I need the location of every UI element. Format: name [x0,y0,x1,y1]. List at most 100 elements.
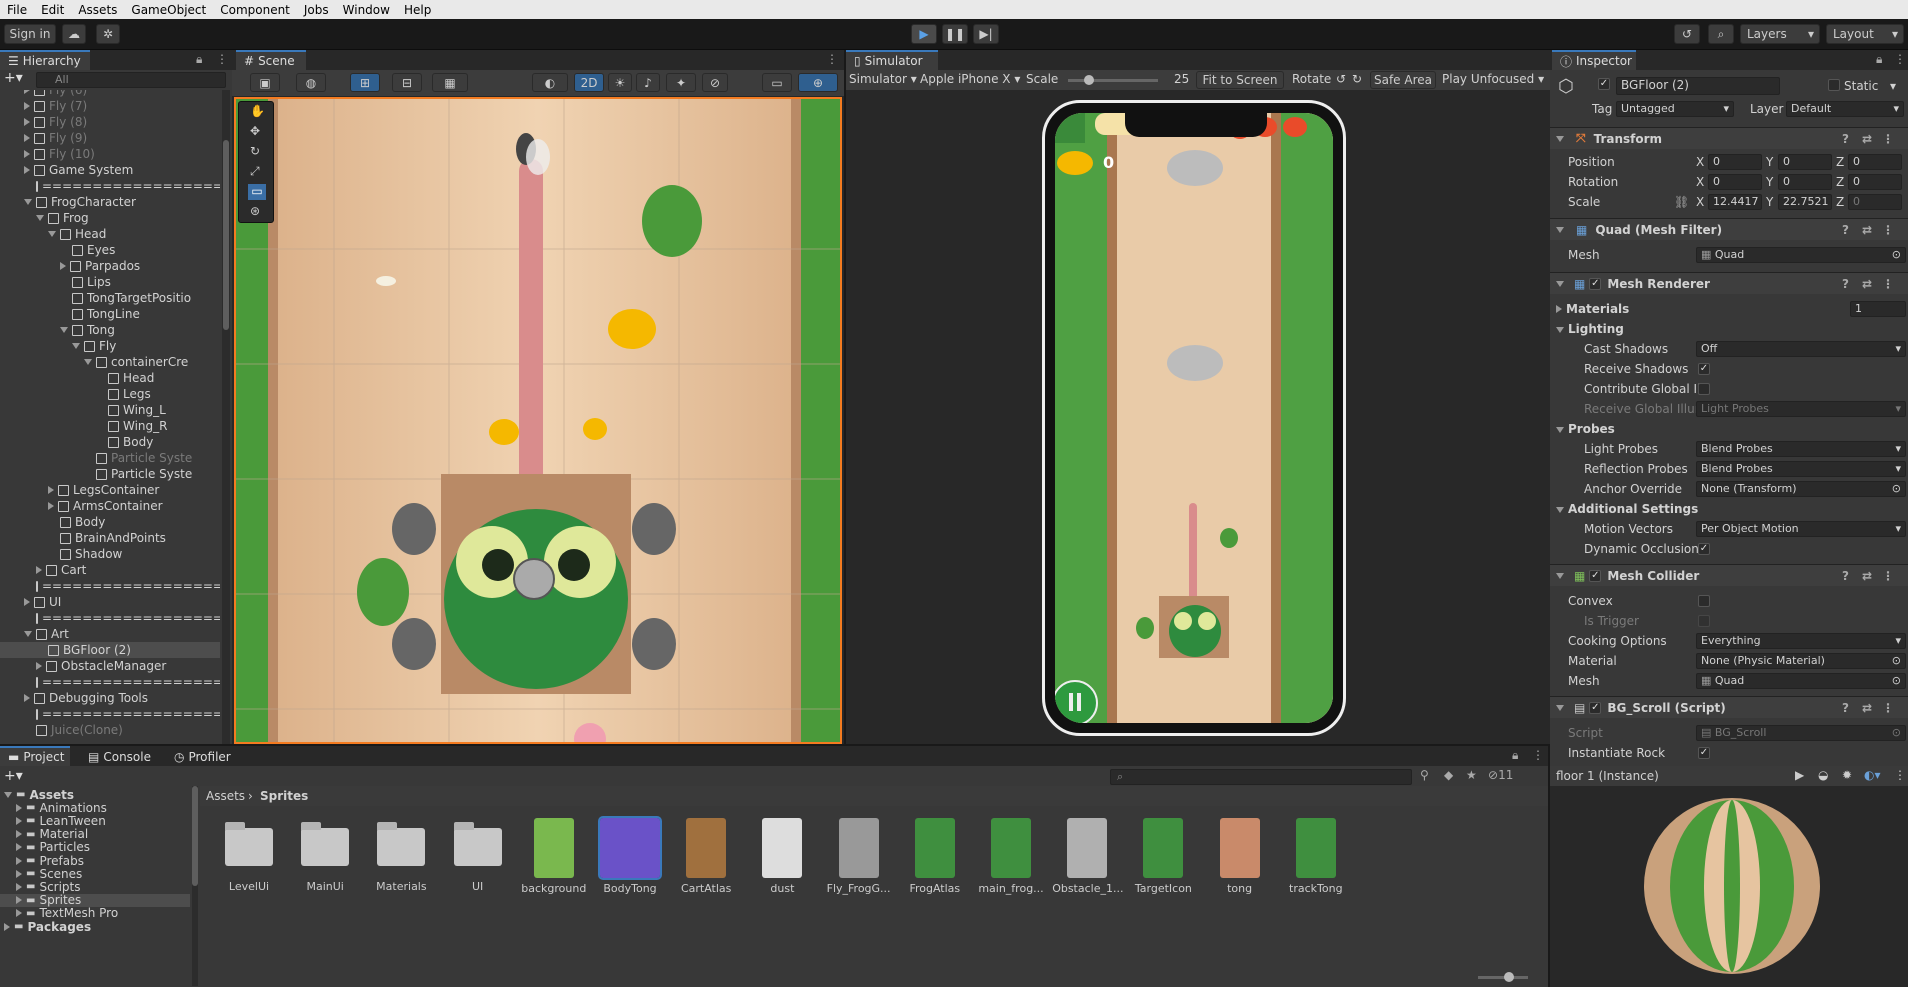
play-mode-dropdown[interactable]: Play Unfocused ▾ [1442,72,1544,86]
axis-y-label[interactable]: Y [1766,195,1773,209]
asset-item[interactable]: Obstacle_1... [1052,818,1123,895]
hierarchy-row[interactable]: Debugging Tools [0,690,220,706]
collapse-arrow-icon[interactable] [24,199,32,205]
transform-pos-x-field[interactable]: 0 [1708,154,1762,170]
scene-viewport[interactable]: ✋ ✥ ↻ ⤢ ▭ ⊛ [234,97,842,744]
motion-vectors-dropdown[interactable]: Per Object Motion ▾ [1696,521,1906,537]
rotate-right-icon[interactable]: ↻ [1352,72,1362,86]
hierarchy-scrollbar[interactable] [222,90,230,744]
play-button[interactable]: ▶ [911,24,937,44]
more-options-icon[interactable]: ⋮ [1882,277,1894,291]
game-view[interactable]: 0 [1055,113,1333,723]
shading-icon[interactable]: ◐ [532,73,568,92]
collapse-arrow-icon[interactable] [36,215,44,221]
dynamic-occlusion-checkbox[interactable]: ✓ [1698,543,1710,555]
tag-dropdown[interactable]: Untagged ▾ [1616,101,1734,117]
more-options-icon[interactable]: ⋮ [1882,223,1894,237]
transform-pos-z-field[interactable]: 0 [1848,154,1902,170]
menu-help[interactable]: Help [397,3,438,17]
object-name-field[interactable]: BGFloor (2) [1616,77,1780,95]
hierarchy-row[interactable]: Shadow [0,546,220,562]
reflection-probes-dropdown[interactable]: Blend Probes ▾ [1696,461,1906,477]
hierarchy-search-input[interactable]: All [36,72,226,88]
collapse-arrow-icon[interactable] [24,631,32,637]
more-options-icon[interactable]: ⋮ [1532,748,1544,762]
collider-mesh-field[interactable]: ▦ Quad ⊙ [1696,673,1906,689]
expand-arrow-icon[interactable] [48,486,54,494]
hierarchy-row[interactable]: LegsContainer [0,482,220,498]
menu-file[interactable]: File [0,3,34,17]
preset-icon[interactable]: ⇄ [1862,223,1872,237]
chevron-down-icon[interactable]: ▾ [1890,79,1896,93]
hierarchy-row[interactable]: Lips [0,274,220,290]
lighting-icon[interactable]: ☀ [608,73,632,92]
transform-scl-x-field[interactable]: 12.4417 [1708,194,1762,210]
transform-scl-y-field[interactable]: 22.7521 [1778,194,1832,210]
transform-pos-y-field[interactable]: 0 [1778,154,1832,170]
bg-scroll-enabled-checkbox[interactable]: ✓ [1589,701,1602,714]
breadcrumb-sprites[interactable]: Sprites [260,789,308,803]
cooking-options-dropdown[interactable]: Everything ▾ [1696,633,1906,649]
asset-item[interactable]: LevelUi [214,818,284,893]
asset-item[interactable]: FrogAtlas [900,818,970,895]
hierarchy-row[interactable]: Fly (7) [0,98,220,114]
material-preview-sphere[interactable] [1550,786,1908,976]
expand-arrow-icon[interactable] [4,922,10,931]
pause-button[interactable]: ❚❚ [942,24,968,44]
hierarchy-row[interactable]: Fly [0,338,220,354]
expand-arrow-icon[interactable] [16,843,22,852]
add-object-button[interactable]: +▾ [4,70,23,86]
lock-icon[interactable]: 🔒︎ [196,52,202,67]
camera-icon[interactable]: ▭ [762,73,792,92]
expand-arrow-icon[interactable] [36,566,42,574]
preview-sphere-icon[interactable]: ◒ [1818,768,1828,782]
object-picker-icon[interactable]: ⊙ [1892,674,1901,688]
preview-light-icon[interactable]: ✹ [1842,768,1852,782]
hierarchy-row[interactable]: Head [0,370,220,386]
expand-arrow-icon[interactable] [24,118,30,126]
transform-rot-y-field[interactable]: 0 [1778,174,1832,190]
preview-play-icon[interactable]: ▶ [1795,768,1804,782]
folder-tree-item[interactable]: ▬ Scripts [0,880,190,894]
menu-gameobject[interactable]: GameObject [124,3,213,17]
rotate-tool-icon[interactable]: ↻ [250,144,260,158]
tree-scrollbar[interactable] [192,786,198,986]
expand-arrow-icon[interactable] [60,262,66,270]
instantiate-rock-checkbox[interactable]: ✓ [1698,747,1710,759]
hierarchy-row[interactable]: Particle Syste [0,466,220,482]
hierarchy-row[interactable]: TongTargetPositio [0,290,220,306]
convex-checkbox[interactable] [1698,595,1710,607]
create-asset-button[interactable]: +▾ [4,768,23,784]
asset-item[interactable]: BodyTong [595,816,665,895]
lock-icon[interactable]: 🔒︎ [1512,748,1518,763]
layer-dropdown[interactable]: Default ▾ [1786,101,1904,117]
project-search-input[interactable]: ⌕ [1110,769,1412,785]
receive-shadows-checkbox[interactable]: ✓ [1698,363,1710,375]
active-checkbox[interactable]: ✓ [1598,78,1610,90]
hierarchy-row[interactable]: Body [0,514,220,530]
folder-tree-item[interactable]: ▬ Assets [0,788,190,802]
expand-arrow-icon[interactable] [16,896,22,905]
folder-tree-item[interactable]: ▬ Particles [0,840,190,854]
asset-item[interactable]: tong [1205,818,1275,895]
expand-arrow-icon[interactable] [24,102,30,110]
hierarchy-row[interactable]: TongLine [0,306,220,322]
axis-z-label[interactable]: Z [1836,155,1844,169]
grid-toggle-icon[interactable]: ▦ [432,73,468,92]
transform-tool-icon[interactable]: ⊛ [250,204,260,218]
folder-tree-item[interactable]: ▬ Animations [0,801,190,815]
collapse-arrow-icon[interactable] [48,231,56,237]
hierarchy-row[interactable]: FrogCharacter [0,194,220,210]
expand-arrow-icon[interactable] [16,882,22,891]
hierarchy-row[interactable]: Cart [0,562,220,578]
hierarchy-row[interactable]: ===================== [0,706,220,722]
asset-item[interactable]: background [519,818,589,895]
thumbnail-size-slider[interactable] [1478,972,1528,982]
folder-tree-item[interactable]: ▬ TextMesh Pro [0,906,190,920]
light-probes-dropdown[interactable]: Blend Probes ▾ [1696,441,1906,457]
tab-profiler[interactable]: ◷ Profiler [166,746,246,766]
tab-inspector[interactable]: ⓘ Inspector [1552,50,1636,70]
asset-item[interactable]: dust [747,818,817,895]
tab-simulator[interactable]: ▯ Simulator [846,50,938,70]
hierarchy-row[interactable]: UI [0,594,220,610]
